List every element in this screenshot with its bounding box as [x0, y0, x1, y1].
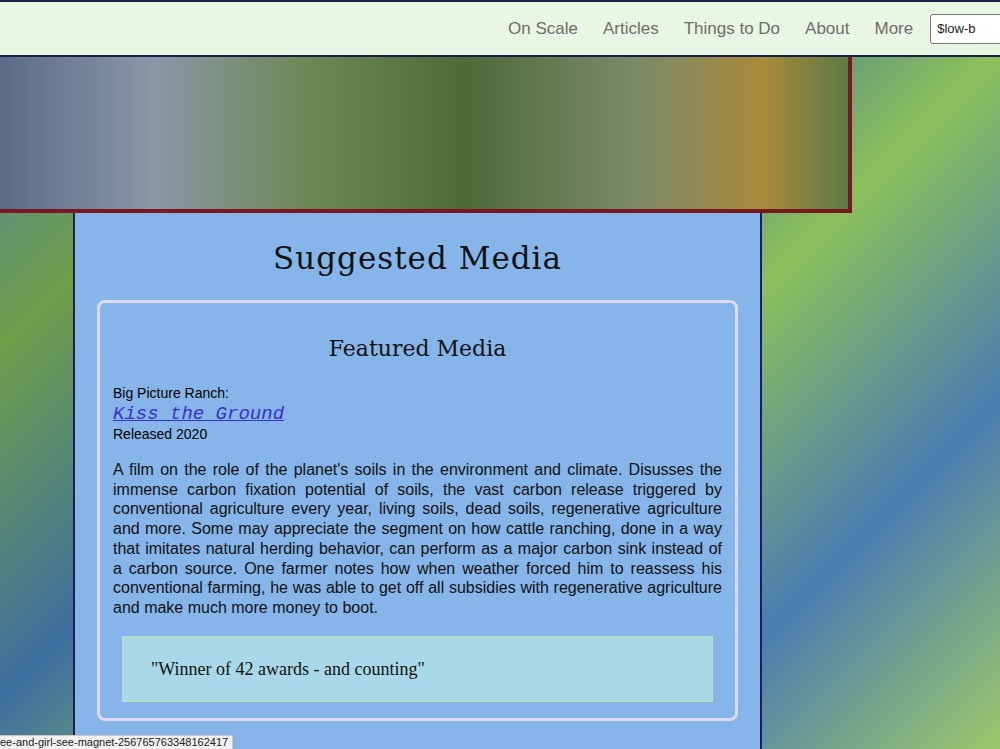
header-banner: [0, 57, 852, 213]
award-quote: "Winner of 42 awards - and counting": [122, 636, 713, 702]
featured-card: Featured Media Big Picture Ranch:Kiss the…: [97, 300, 738, 721]
media-title-link[interactable]: Kiss the Ground: [113, 402, 722, 426]
media-description: A film on the role of the planet's soils…: [113, 460, 722, 618]
nav-link[interactable]: About: [805, 16, 849, 42]
page-title: Suggested Media: [97, 238, 738, 278]
release-date: Released 2020: [113, 426, 722, 443]
search-input[interactable]: [930, 14, 1000, 44]
producer: Big Picture Ranch:: [113, 385, 722, 402]
top-nav: On Scale Articles Things to Do About More: [0, 0, 1000, 57]
status-bar: ee-and-girl-see-magnet-25676576334816241…: [0, 735, 233, 749]
content-panel: Suggested Media Featured Media Big Picture…: [73, 213, 762, 749]
nav-link[interactable]: Articles: [603, 16, 659, 42]
nav-link[interactable]: More: [875, 16, 914, 42]
nav-link[interactable]: Things to Do: [684, 16, 780, 42]
featured-heading: Featured Media: [113, 333, 722, 365]
nav-link[interactable]: On Scale: [508, 16, 578, 42]
page: On Scale Articles Things to Do About More Sug…: [0, 0, 1000, 749]
